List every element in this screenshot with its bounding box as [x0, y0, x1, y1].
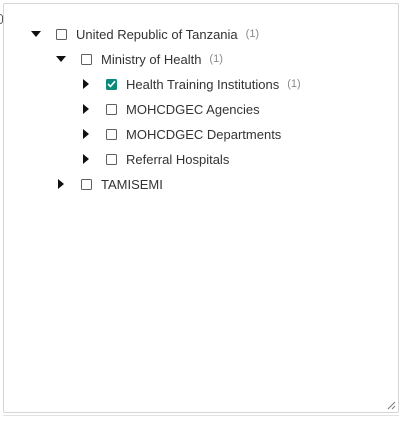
node-label[interactable]: Ministry of Health	[101, 52, 201, 67]
caret-right-icon[interactable]	[80, 78, 92, 90]
caret-right-icon[interactable]	[80, 103, 92, 115]
node-checkbox[interactable]	[81, 53, 92, 65]
tree-node-referral-hospitals: Referral Hospitals	[80, 149, 229, 169]
node-count-badge: (1)	[287, 78, 301, 90]
node-count-badge: (1)	[209, 53, 223, 65]
node-label[interactable]: United Republic of Tanzania	[76, 27, 238, 42]
node-checkbox[interactable]	[56, 28, 67, 40]
node-checkbox[interactable]	[106, 128, 117, 140]
node-checkbox-checked[interactable]	[106, 78, 117, 90]
caret-down-icon[interactable]	[55, 53, 67, 65]
tree-node-health-training-institutions: Health Training Institutions (1)	[80, 74, 301, 94]
resize-grip-icon[interactable]	[387, 401, 396, 410]
caret-down-icon[interactable]	[30, 28, 42, 40]
node-label[interactable]: MOHCDGEC Agencies	[126, 102, 260, 117]
tree-node-tamisemi: TAMISEMI	[55, 174, 163, 194]
tree-node-ministry-of-health: Ministry of Health (1)	[55, 49, 223, 69]
caret-right-icon[interactable]	[80, 128, 92, 140]
tree-node-mohcdgec-departments: MOHCDGEC Departments	[80, 124, 281, 144]
check-icon	[107, 80, 116, 88]
node-label[interactable]: Referral Hospitals	[126, 152, 229, 167]
caret-right-icon[interactable]	[80, 153, 92, 165]
node-label[interactable]: TAMISEMI	[101, 177, 163, 192]
tree-node-united-republic-of-tanzania: United Republic of Tanzania (1)	[30, 24, 259, 44]
node-count-badge: (1)	[245, 28, 260, 40]
node-checkbox[interactable]	[81, 178, 92, 190]
tree-node-mohcdgec-agencies: MOHCDGEC Agencies	[80, 99, 260, 119]
node-checkbox[interactable]	[106, 103, 117, 115]
node-label[interactable]: MOHCDGEC Departments	[126, 127, 281, 142]
caret-right-icon[interactable]	[55, 178, 67, 190]
panel-bottom-divider	[3, 415, 399, 416]
org-unit-tree-panel: United Republic of Tanzania (1) Ministry…	[3, 3, 399, 413]
node-label[interactable]: Health Training Institutions	[126, 77, 279, 92]
node-checkbox[interactable]	[106, 153, 117, 165]
